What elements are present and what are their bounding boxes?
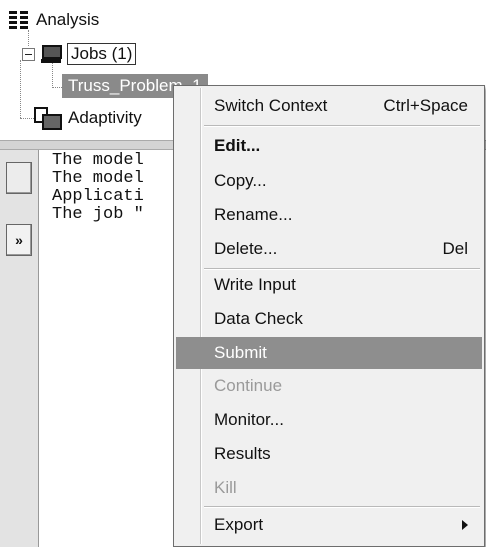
context-menu: Switch Context Ctrl+Space Edit... Copy..… [173, 85, 485, 547]
menu-item-results[interactable]: Results [176, 438, 482, 470]
tree-connector [20, 118, 34, 119]
menu-item-delete[interactable]: Delete... Del [176, 233, 482, 265]
menu-item-label: Rename... [214, 205, 293, 224]
menu-item-edit[interactable]: Edit... [176, 130, 482, 162]
menu-separator [204, 506, 480, 508]
message-toolbar: » [0, 150, 39, 547]
menu-item-label: Delete... [214, 239, 278, 258]
tree-node-label: Jobs (1) [67, 43, 137, 65]
expand-button[interactable]: » [6, 224, 32, 256]
menu-item-copy[interactable]: Copy... [176, 165, 482, 197]
menu-item-data-check[interactable]: Data Check [176, 303, 482, 335]
menu-item-label: Monitor... [214, 410, 284, 429]
menu-item-label: Results [214, 444, 271, 463]
menu-item-label: Copy... [214, 171, 267, 190]
menu-item-label: Data Check [214, 309, 303, 328]
menu-item-monitor[interactable]: Monitor... [176, 404, 482, 436]
menu-item-label: Submit [214, 343, 267, 362]
collapse-icon[interactable] [22, 47, 35, 61]
menu-item-label: Write Input [214, 275, 296, 294]
menu-item-label: Switch Context [214, 96, 328, 115]
tree-node-adaptivity[interactable]: Adaptivity [34, 106, 142, 130]
menu-item-export[interactable]: Export [176, 509, 482, 541]
chevron-right-icon [462, 520, 468, 530]
menu-item-label: Edit... [214, 136, 261, 155]
menu-item-shortcut: Ctrl+Space [383, 96, 468, 115]
menu-item-write-input[interactable]: Write Input [176, 269, 482, 301]
menu-separator [204, 125, 480, 127]
tree-node-label: Analysis [36, 10, 100, 29]
analysis-icon [8, 10, 30, 30]
menu-item-submit[interactable]: Submit [176, 337, 482, 369]
tree-connector [52, 87, 62, 88]
menu-item-rename[interactable]: Rename... [176, 199, 482, 231]
menu-item-label: Export [214, 515, 264, 534]
menu-item-label: Kill [214, 478, 237, 497]
tree-node-label: Adaptivity [68, 108, 142, 127]
computer-icon [41, 44, 62, 64]
menu-item-switch-context[interactable]: Switch Context Ctrl+Space [176, 90, 482, 122]
message-area-button[interactable] [6, 162, 32, 194]
tree-node-analysis[interactable]: Analysis [8, 8, 99, 32]
tree-connector [20, 60, 21, 118]
tree-node-jobs[interactable]: Jobs (1) [22, 42, 137, 66]
menu-item-shortcut: Del [442, 239, 468, 258]
adaptivity-icon [34, 107, 62, 130]
double-chevron-right-icon: » [15, 232, 23, 248]
menu-item-continue: Continue [176, 370, 482, 402]
menu-item-kill: Kill [176, 472, 482, 504]
menu-item-label: Continue [214, 376, 283, 395]
